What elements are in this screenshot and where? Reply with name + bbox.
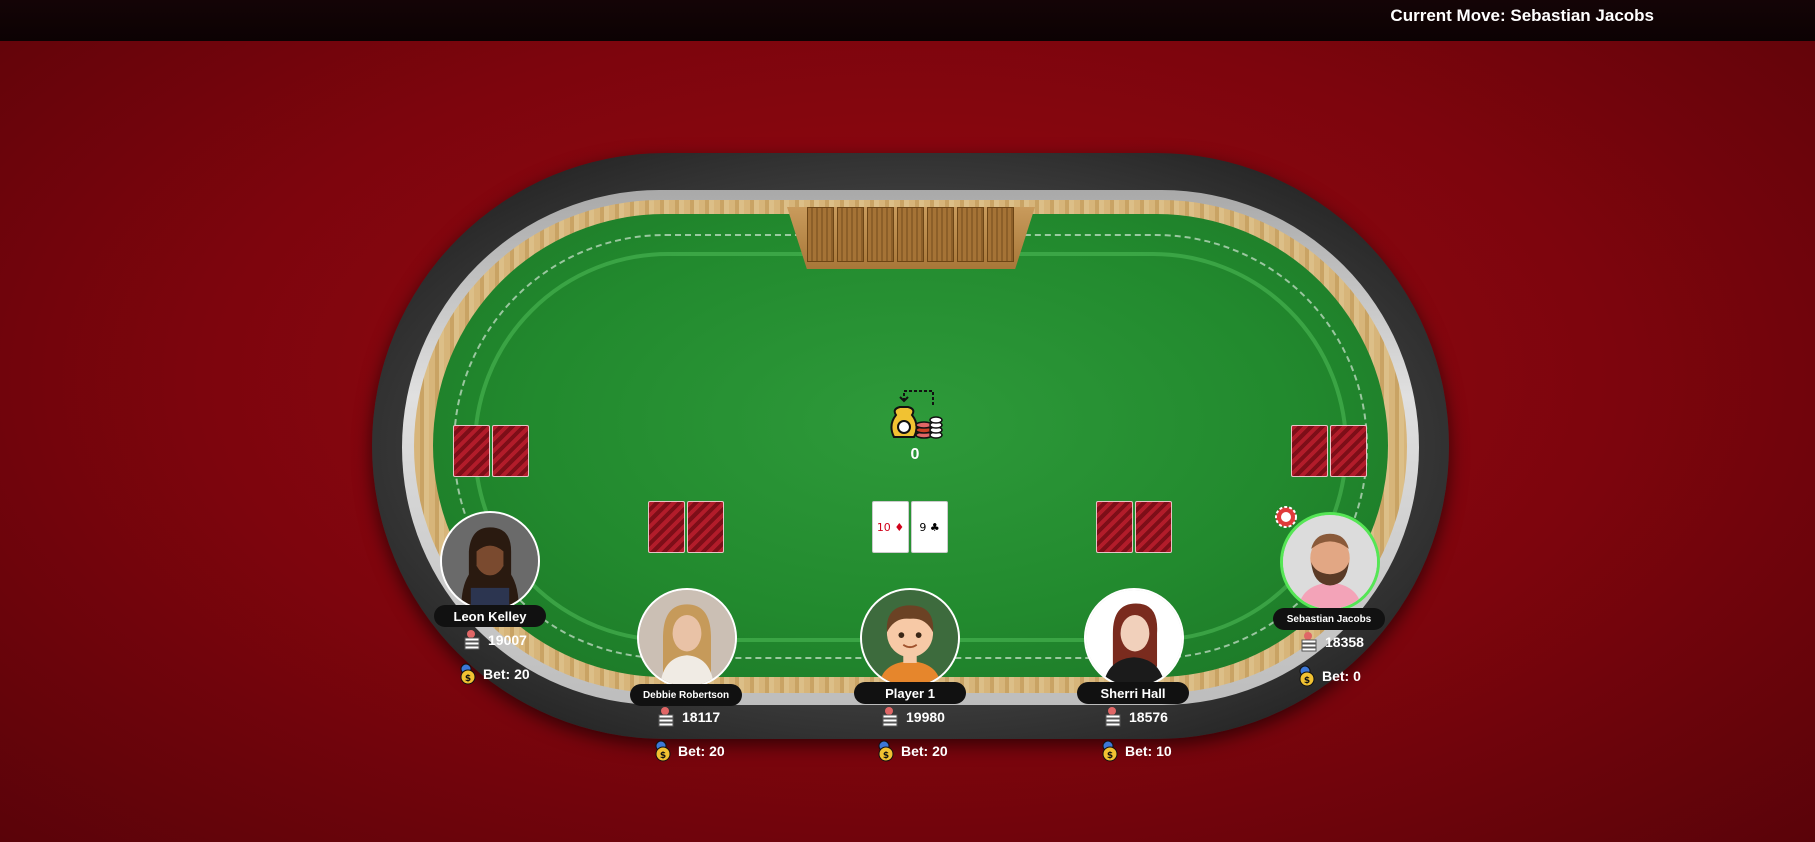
bet-coins-icon: $ <box>878 740 894 762</box>
tray-slot <box>926 207 954 262</box>
community-card: 9 ♣ <box>911 501 948 553</box>
player-bet: Bet: 20 <box>901 743 948 759</box>
player-name: Debbie Robertson <box>642 689 730 701</box>
community-card: 10 ♦ <box>872 501 909 553</box>
svg-text:$: $ <box>1304 676 1310 686</box>
player-bet-row: $ Bet: 20 <box>653 740 725 762</box>
player-bet-row: $ Bet: 0 <box>1297 665 1361 687</box>
person-avatar-icon <box>1283 515 1377 609</box>
card-suit: ♣ <box>929 520 940 534</box>
chip-stack-icon <box>882 707 898 727</box>
player-bet: Bet: 20 <box>678 743 725 759</box>
person-avatar-icon <box>442 513 538 609</box>
svg-text:$: $ <box>1107 751 1113 761</box>
current-move-label: Current Move: Sebastian Jacobs <box>1390 6 1654 25</box>
dealer-chip-icon <box>1275 506 1297 528</box>
player-bet: Bet: 10 <box>1125 743 1172 759</box>
person-avatar-icon <box>862 590 958 686</box>
person-avatar-icon <box>1086 590 1182 686</box>
top-bar: Current Move: Sebastian Jacobs <box>0 0 1815 41</box>
player-bet: Bet: 0 <box>1322 668 1361 684</box>
player-avatar <box>637 588 737 688</box>
player-chips-row: 19980 <box>881 706 945 728</box>
tray-slot <box>956 207 984 262</box>
tray-slot <box>986 207 1014 262</box>
player-avatar <box>860 588 960 688</box>
tray-slot <box>836 207 864 262</box>
player-name: Leon Kelley <box>453 608 527 624</box>
player-avatar <box>440 511 540 611</box>
bet-coins-icon: $ <box>1299 665 1315 687</box>
bet-coins-icon: $ <box>1102 740 1118 762</box>
chip-stack-icon <box>464 630 480 650</box>
player-chips: 18117 <box>682 709 721 725</box>
player-chips-row: 18358 <box>1300 631 1364 653</box>
dealer-tray-slots <box>805 207 1015 262</box>
player-bet: Bet: 20 <box>483 666 530 682</box>
player-bet-row: $ Bet: 20 <box>876 740 948 762</box>
card-back <box>492 425 529 477</box>
chip-stack-icon <box>1301 632 1317 652</box>
player-avatar <box>1084 588 1184 688</box>
bet-coins-icon: $ <box>460 663 476 685</box>
svg-text:$: $ <box>465 674 471 684</box>
pot-money-icon <box>890 390 943 439</box>
card-back <box>687 501 724 553</box>
card-rank: 9 <box>919 520 927 534</box>
tray-slot <box>866 207 894 262</box>
chip-stack-icon <box>1105 707 1121 727</box>
player-name-pill: Player 1 <box>854 682 966 704</box>
pot-value: 0 <box>910 446 920 463</box>
player-chips-row: 18117 <box>657 706 720 728</box>
card-back <box>648 501 685 553</box>
player-name: Player 1 <box>885 685 935 701</box>
player-chips: 18358 <box>1325 634 1364 650</box>
person-avatar-icon <box>639 590 735 686</box>
tray-slot <box>896 207 924 262</box>
svg-text:$: $ <box>660 751 666 761</box>
card-suit: ♦ <box>894 520 905 534</box>
player-chips: 18576 <box>1129 709 1168 725</box>
player-bet-row: $ Bet: 10 <box>1100 740 1172 762</box>
player-chips: 19980 <box>906 709 945 725</box>
player-bet-row: $ Bet: 20 <box>458 663 530 685</box>
card-back <box>1291 425 1328 477</box>
card-back <box>1330 425 1367 477</box>
card-back <box>1096 501 1133 553</box>
player-name-pill: Debbie Robertson <box>630 684 742 706</box>
player-name-pill: Sherri Hall <box>1077 682 1189 704</box>
card-back <box>453 425 490 477</box>
player-chips: 19007 <box>488 632 527 648</box>
bet-coins-icon: $ <box>655 740 671 762</box>
svg-text:$: $ <box>883 751 889 761</box>
tray-slot <box>806 207 834 262</box>
chip-stack-icon <box>658 707 674 727</box>
player-avatar-active <box>1280 512 1380 612</box>
player-name: Sherri Hall <box>1100 685 1166 701</box>
player-chips-row: 19007 <box>463 629 527 651</box>
player-name-pill: Leon Kelley <box>434 605 546 627</box>
player-name: Sebastian Jacobs <box>1286 613 1372 625</box>
player-chips-row: 18576 <box>1104 706 1168 728</box>
card-rank: 10 <box>876 520 891 534</box>
player-name-pill: Sebastian Jacobs <box>1273 608 1385 630</box>
card-back <box>1135 501 1172 553</box>
